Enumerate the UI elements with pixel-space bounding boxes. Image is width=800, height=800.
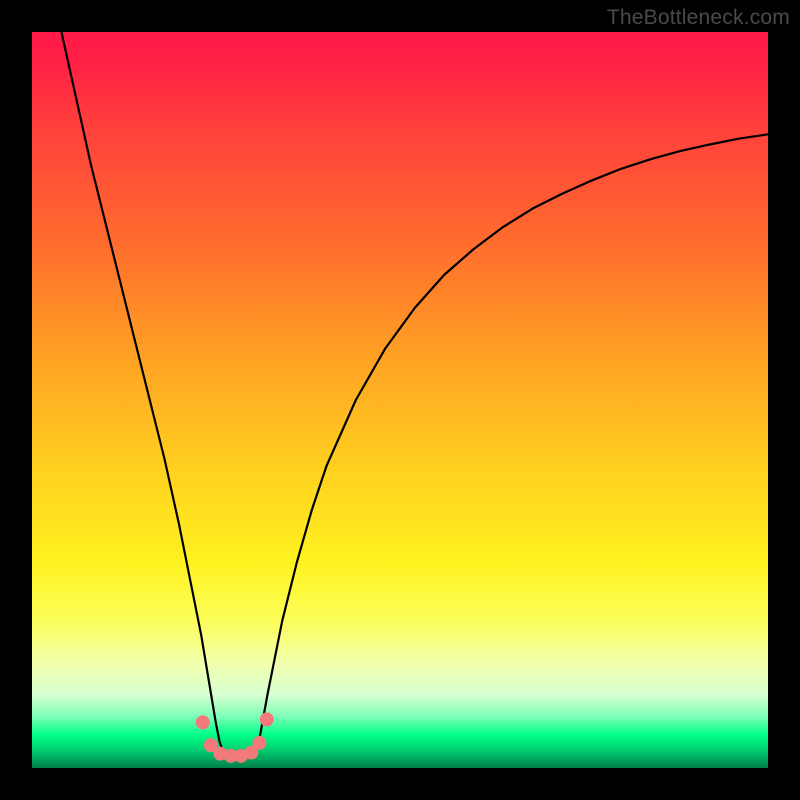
curve-marker [252, 736, 266, 750]
curve-marker [260, 712, 274, 726]
bottleneck-curve [61, 32, 768, 758]
chart-overlay-svg [32, 32, 768, 768]
watermark-text: TheBottleneck.com [607, 6, 790, 30]
curve-marker [196, 715, 210, 729]
chart-frame: TheBottleneck.com [0, 0, 800, 800]
curve-markers [196, 712, 274, 762]
